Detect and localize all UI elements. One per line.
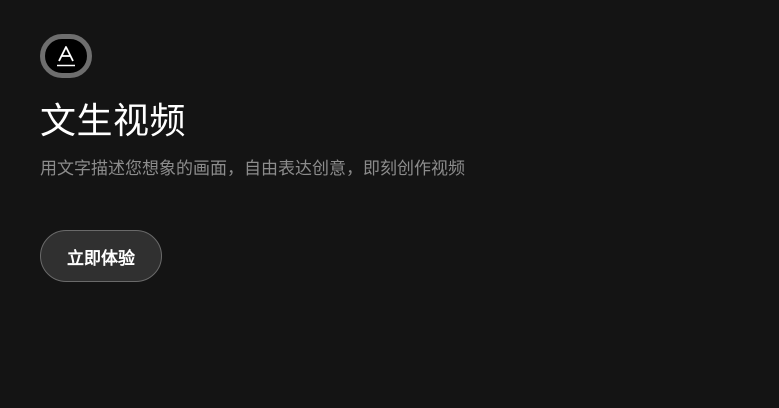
feature-card: 文生视频 用文字描述您想象的画面，自由表达创意，即刻创作视频 立即体验 bbox=[0, 0, 779, 408]
feature-description: 用文字描述您想象的画面，自由表达创意，即刻创作视频 bbox=[40, 159, 465, 179]
feature-title: 文生视频 bbox=[40, 101, 187, 142]
letter-a-underline-icon bbox=[57, 46, 75, 67]
text-to-video-icon bbox=[40, 34, 92, 78]
try-now-button[interactable]: 立即体验 bbox=[40, 230, 162, 282]
